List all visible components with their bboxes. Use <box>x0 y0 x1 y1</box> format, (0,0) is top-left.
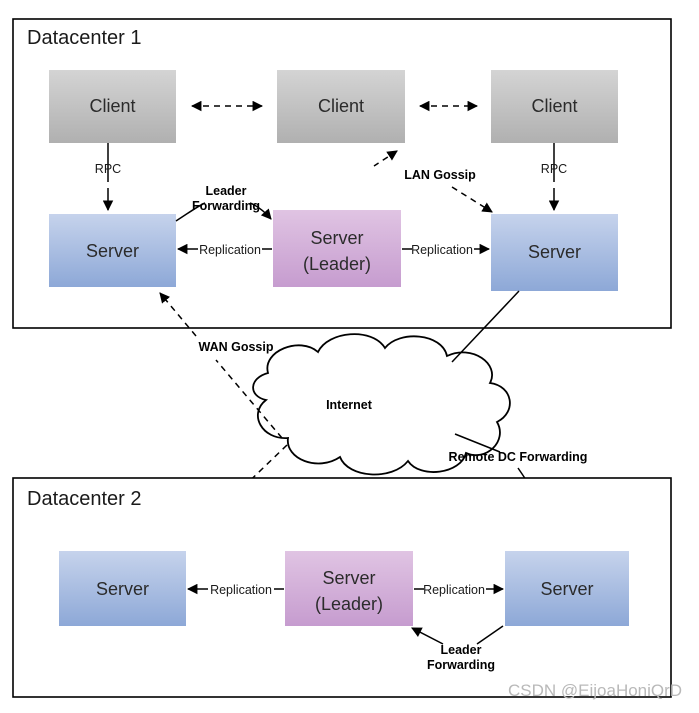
dc2-server-leader-box[interactable] <box>285 551 413 626</box>
wan-gossip-label: WAN Gossip <box>198 340 273 354</box>
dc1-lan-gossip-label: LAN Gossip <box>404 168 476 182</box>
dc2-server-1[interactable]: Server <box>59 551 186 626</box>
dc1-server-leader[interactable]: Server (Leader) <box>273 210 401 287</box>
datacenter-2-title: Datacenter 2 <box>27 488 142 510</box>
dc2-server-3[interactable]: Server <box>505 551 629 626</box>
internet-cloud-label: Internet <box>326 398 373 412</box>
dc1-server-leader-box[interactable] <box>273 210 401 287</box>
dc1-client-3-label: Client <box>531 96 577 116</box>
dc1-server-1[interactable]: Server <box>49 214 176 287</box>
remote-dc-forwarding-label: Remote DC Forwarding <box>449 450 588 464</box>
dc2-server-leader[interactable]: Server (Leader) <box>285 551 413 626</box>
dc1-client-1-label: Client <box>89 96 135 116</box>
architecture-diagram: Datacenter 1 Client Client Client Server… <box>12 18 682 700</box>
dc1-leader-forwarding-label-line2: Forwarding <box>192 199 260 213</box>
dc1-server-leader-label-line1: Server <box>310 228 363 248</box>
dc2-replication-right-label: Replication <box>423 583 485 597</box>
dc2-server-leader-label-line1: Server <box>322 568 375 588</box>
dc1-server-3[interactable]: Server <box>491 214 618 291</box>
dc1-rpc-2-label: RPC <box>541 162 567 176</box>
dc2-leader-forwarding-label-line1: Leader <box>441 643 482 657</box>
dc2-server-leader-label-line2: (Leader) <box>315 594 383 614</box>
dc1-server-3-label: Server <box>528 242 581 262</box>
dc1-server-1-label: Server <box>86 241 139 261</box>
datacenter-1-title: Datacenter 1 <box>27 27 142 49</box>
dc2-leader-forwarding-label-line2: Forwarding <box>427 658 495 672</box>
dc1-rpc-1-label: RPC <box>95 162 121 176</box>
dc1-server-leader-label-line2: (Leader) <box>303 254 371 274</box>
dc2-server-1-label: Server <box>96 579 149 599</box>
dc1-replication-left-label: Replication <box>199 243 261 257</box>
dc2-replication-left-label: Replication <box>210 583 272 597</box>
dc1-leader-forwarding-label-line1: Leader <box>206 184 247 198</box>
watermark-label: CSDN @EijoaHoniQrD <box>508 681 682 700</box>
dc1-replication-right-label: Replication <box>411 243 473 257</box>
dc2-server-3-label: Server <box>540 579 593 599</box>
dc1-client-2[interactable]: Client <box>277 70 405 143</box>
dc1-client-2-label: Client <box>318 96 364 116</box>
dc1-client-3[interactable]: Client <box>491 70 618 143</box>
dc1-client-1[interactable]: Client <box>49 70 176 143</box>
